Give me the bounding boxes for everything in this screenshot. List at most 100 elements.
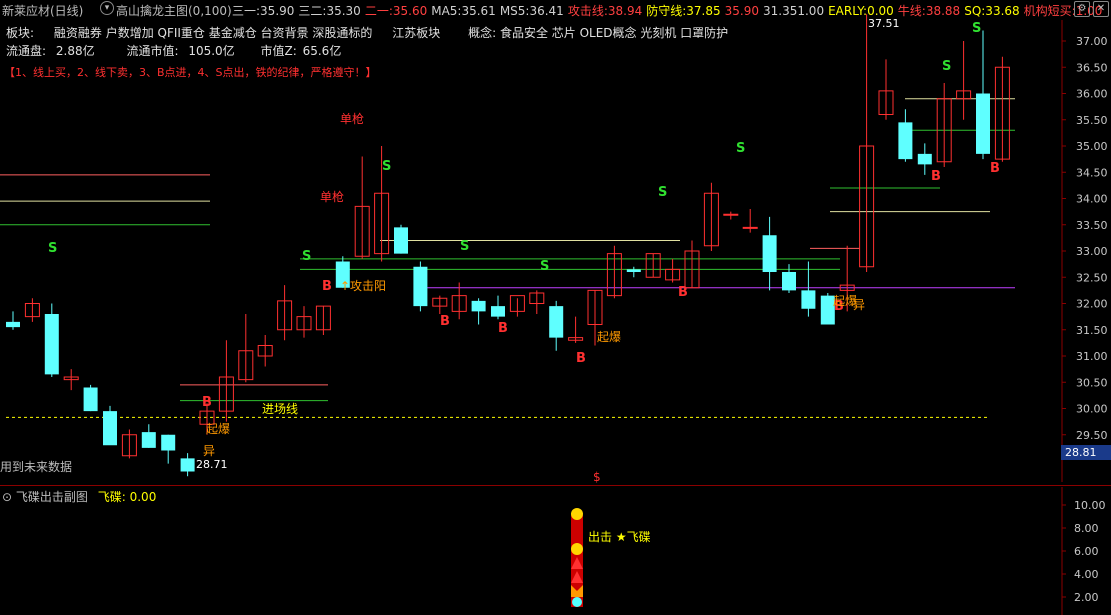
candle-body (471, 300, 486, 312)
candle (782, 264, 796, 293)
axis-tick-label: 6.00 (1074, 545, 1099, 558)
candle (413, 261, 428, 312)
buy-mark: B (990, 161, 1000, 176)
candle (83, 384, 98, 412)
candles (6, 14, 1010, 477)
sub-price-axis: 10.00 8.00 6.00 4.00 2.00 (1062, 499, 1106, 604)
buy-mark: B (322, 279, 332, 294)
candle (238, 314, 254, 383)
single-gun-label-1: 单枪 (340, 112, 365, 126)
signal-marks: BBB BBBBBBSSSSSSSSS (48, 21, 1000, 410)
axis-tick-label: 35.50 (1076, 114, 1108, 127)
candle (354, 156, 370, 259)
entry-line-label: 进场线 (262, 402, 299, 416)
buy-mark: B (678, 285, 688, 300)
candle-body (626, 269, 641, 272)
axis-tick-label: 8.00 (1074, 522, 1099, 535)
attack-label: ↑攻击阳 (340, 279, 387, 293)
candle (296, 306, 312, 338)
candle (471, 298, 486, 325)
sell-mark: S (382, 159, 391, 174)
ufo-icon (572, 597, 582, 607)
candle (994, 56, 1010, 162)
pane-divider (0, 485, 1111, 486)
axis-tick-label: 30.50 (1076, 376, 1108, 389)
single-gun-label-2: 单枪 (320, 190, 345, 204)
sell-mark: S (460, 239, 469, 254)
sell-mark: S (942, 59, 951, 74)
axis-tick-label: 33.50 (1076, 219, 1108, 232)
candle (491, 295, 505, 320)
candle-body (723, 213, 739, 216)
candle-body (161, 434, 176, 451)
axis-tick-label: 31.50 (1076, 324, 1108, 337)
low-price-label: 28.71 (196, 458, 228, 471)
axis-tick-label: 32.00 (1076, 298, 1108, 311)
sell-mark: S (658, 185, 667, 200)
buy-mark: B (576, 351, 586, 366)
candle (762, 216, 777, 291)
buy-mark: B (931, 169, 941, 184)
candle-body (44, 314, 59, 375)
qibao-label-2: 起爆 (597, 330, 622, 344)
dollar-mark: $ (593, 470, 601, 484)
future-data-note: 用到未来数据 (0, 460, 73, 474)
candle-body (801, 290, 816, 309)
sell-mark: S (972, 21, 981, 36)
ufo-signal-stack (571, 508, 583, 607)
candle (394, 224, 408, 254)
axis-tick-label: 34.00 (1076, 193, 1108, 206)
candle (917, 143, 932, 175)
moneybag-icon (571, 543, 583, 555)
candle-body (898, 122, 913, 160)
candle-body (83, 387, 98, 412)
signal-lines (0, 98, 1015, 418)
candle (257, 335, 273, 367)
candle-body (141, 432, 156, 448)
candle (180, 453, 195, 477)
candle (218, 340, 234, 422)
candle (121, 429, 137, 459)
candle (723, 211, 739, 220)
candle (859, 14, 875, 272)
candle-body (976, 93, 990, 154)
candle-body (762, 235, 777, 272)
candle (549, 300, 564, 351)
candle (529, 290, 545, 314)
candle (898, 109, 913, 162)
axis-tick-label: 32.50 (1076, 271, 1108, 284)
moneybag-icon (571, 508, 583, 520)
candle (976, 30, 990, 160)
yi-label-1: 异 (203, 444, 216, 458)
sell-mark: S (48, 241, 57, 256)
axis-tick-label: 33.00 (1076, 245, 1108, 258)
candle (509, 295, 525, 317)
candle (878, 59, 894, 120)
candle-body (782, 272, 796, 291)
axis-tick-label: 29.50 (1076, 429, 1108, 442)
qibao-label-1: 起爆 (206, 422, 231, 436)
candle (665, 258, 681, 283)
buy-mark: B (498, 321, 508, 336)
candle (626, 266, 641, 278)
high-price-label: 37.51 (868, 17, 900, 30)
candlestick-chart[interactable]: 29.50 30.00 30.50 31.00 31.50 32.00 32.50 33.00… (0, 0, 1111, 484)
candle (44, 303, 59, 377)
axis-tick-label: 36.00 (1076, 88, 1108, 101)
axis-tick-label: 36.50 (1076, 61, 1108, 74)
candle (936, 83, 952, 167)
current-price-tag: 28.81 (1061, 445, 1111, 460)
sub-chart[interactable]: 10.00 8.00 6.00 4.00 2.00 (0, 487, 1111, 615)
sell-mark: S (540, 259, 549, 274)
candle (24, 298, 40, 322)
candle-body (180, 458, 195, 472)
candle (277, 285, 293, 341)
sell-mark: S (736, 141, 745, 156)
ufo-signal-text: 出击 ★飞碟 (588, 530, 651, 544)
candle (432, 295, 448, 314)
candle-body (103, 411, 117, 446)
candle-body (742, 226, 758, 229)
candle (6, 311, 20, 330)
candle-body (413, 266, 428, 307)
axis-tick-label: 4.00 (1074, 568, 1099, 581)
